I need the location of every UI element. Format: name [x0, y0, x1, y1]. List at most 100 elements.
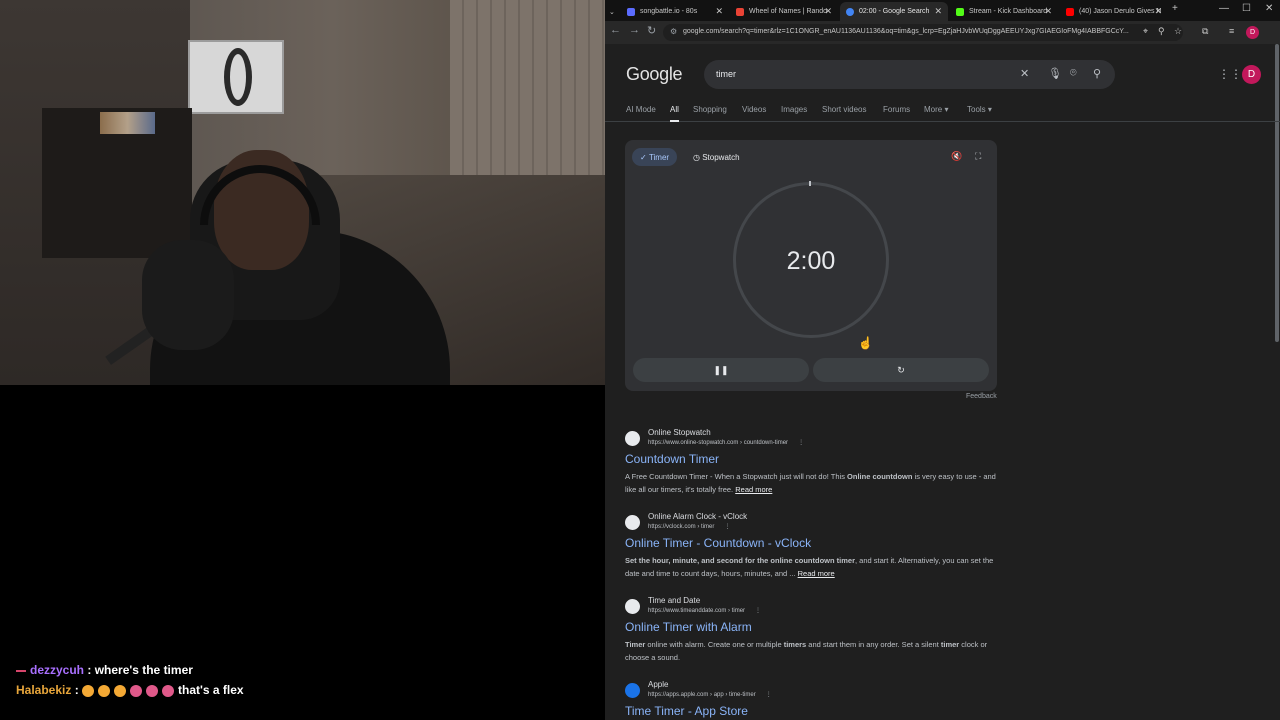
read-more-link[interactable]: Read more — [735, 485, 772, 494]
close-icon[interactable]: ✕ — [715, 6, 723, 17]
extensions-icon[interactable]: ⧉ — [1202, 26, 1208, 37]
tab-short-videos[interactable]: Short videos — [822, 105, 866, 114]
result-site[interactable]: Online Alarm Clock - vClock — [648, 512, 747, 521]
result-site[interactable]: Time and Date — [648, 596, 700, 605]
voice-search-icon[interactable]: 🎙 — [1048, 67, 1062, 80]
tab-all[interactable]: All — [670, 105, 679, 122]
tab-favicon-icon — [736, 7, 744, 16]
result-snippet: A Free Countdown Timer - When a Stopwatc… — [625, 472, 996, 494]
new-tab-icon[interactable]: + — [1172, 3, 1178, 14]
reset-button[interactable]: ↻ — [813, 358, 989, 382]
window-close-icon[interactable]: ✕ — [1265, 3, 1273, 14]
poster-graphic — [224, 48, 252, 106]
page-scrollbar[interactable] — [1275, 44, 1279, 342]
fullscreen-icon[interactable]: ⛶ — [975, 151, 981, 162]
result-snippet: Timer online with alarm. Create one or m… — [625, 640, 988, 662]
stopwatch-mode-label: Stopwatch — [702, 152, 740, 162]
address-bar[interactable]: ⚙ google.com/search?q=timer&rlz=1C1ONGR_… — [663, 24, 1183, 41]
result-url[interactable]: https://apps.apple.com › app › time-time… — [648, 691, 772, 698]
google-logo[interactable]: Google — [626, 64, 683, 85]
back-icon[interactable]: ← — [610, 24, 621, 36]
minimize-icon[interactable]: — — [1219, 3, 1229, 14]
webcam-shelf-items — [100, 112, 155, 134]
tab-wheel-of-names[interactable]: Wheel of Names | Rando ✕ — [730, 2, 838, 21]
microphone — [142, 240, 234, 350]
tab-title: 02:00 - Google Search — [859, 8, 930, 15]
url-text: google.com/search?q=timer&rlz=1C1ONGR_en… — [683, 28, 1129, 35]
tab-google-search[interactable]: 02:00 - Google Search ✕ — [840, 2, 948, 21]
feedback-link[interactable]: Feedback — [966, 393, 997, 400]
result-url[interactable]: https://www.online-stopwatch.com › count… — [648, 439, 804, 446]
read-more-link[interactable]: Read more — [798, 569, 835, 578]
webcam-feed — [0, 0, 605, 385]
result-snippet: Set the hour, minute, and second for the… — [625, 556, 994, 578]
timer-ring-marker — [809, 181, 811, 186]
close-icon[interactable]: ✕ — [824, 6, 832, 17]
tab-title: Wheel of Names | Rando — [749, 8, 828, 15]
tab-videos[interactable]: Videos — [742, 105, 766, 114]
check-icon: ✓ — [640, 152, 649, 162]
chat-username: dezzycuh — [30, 663, 85, 677]
mute-icon[interactable]: 🔇 — [951, 151, 962, 162]
lens-icon[interactable]: ⌾ — [1070, 67, 1077, 80]
zoom-icon[interactable]: ⚲ — [1158, 26, 1165, 37]
tab-songbattle[interactable]: songbattle.io - 80s ✕ — [621, 2, 729, 21]
tab-kick-dashboard[interactable]: Stream - Kick Dashboard ✕ — [950, 2, 1058, 21]
location-icon[interactable]: ⌖ — [1143, 26, 1148, 37]
browser-window: ⌄ songbattle.io - 80s ✕ Wheel of Names | … — [605, 0, 1280, 720]
tab-favicon-icon — [956, 7, 964, 16]
result-title[interactable]: Online Timer with Alarm — [625, 620, 752, 634]
browser-profile-icon[interactable]: D — [1246, 26, 1259, 39]
more-options-icon[interactable]: ⋮ — [798, 440, 804, 446]
tab-forums[interactable]: Forums — [883, 105, 910, 114]
pause-button[interactable]: ❚❚ — [633, 358, 809, 382]
result-favicon-icon — [625, 431, 640, 446]
timer-mode-label: Timer — [648, 152, 670, 162]
search-tabs: AI Mode All Shopping Videos Images Short… — [605, 102, 1280, 122]
bookmark-star-icon[interactable]: ☆ — [1174, 26, 1182, 37]
timer-display[interactable]: 2:00 — [733, 247, 889, 276]
tab-tools[interactable]: Tools ▾ — [967, 105, 992, 114]
search-input[interactable]: timer — [716, 69, 736, 79]
result-site[interactable]: Apple — [648, 680, 668, 689]
result-title[interactable]: Countdown Timer — [625, 452, 719, 466]
result-favicon-icon — [625, 515, 640, 530]
tab-search-icon[interactable]: ⌄ — [607, 2, 617, 21]
result-url[interactable]: https://www.timeanddate.com › timer ⋮ — [648, 607, 761, 614]
media-icon[interactable]: ≡ — [1229, 26, 1234, 36]
tab-ai-mode[interactable]: AI Mode — [626, 105, 656, 114]
result-url[interactable]: https://vclock.com › timer ⋮ — [648, 523, 730, 530]
close-icon[interactable]: ✕ — [1154, 6, 1162, 17]
tab-images[interactable]: Images — [781, 105, 807, 114]
search-box[interactable]: timer ✕ 🎙 ⌾ ⚲ — [704, 60, 1115, 89]
avatar[interactable]: D — [1242, 65, 1261, 84]
more-options-icon[interactable]: ⋮ — [724, 524, 730, 530]
search-icon[interactable]: ⚲ — [1093, 67, 1101, 80]
app-store-icon — [625, 683, 640, 698]
tab-more[interactable]: More ▾ — [924, 105, 948, 114]
close-icon[interactable]: ✕ — [934, 6, 942, 17]
stopwatch-mode-button[interactable]: ◷ Stopwatch — [685, 148, 748, 166]
chat-message: dezzycuh : where's the timer — [16, 663, 193, 677]
result-site[interactable]: Online Stopwatch — [648, 428, 711, 437]
emote-icon — [146, 684, 159, 697]
search-result: Apple https://apps.apple.com › app › tim… — [625, 680, 1005, 720]
maximize-icon[interactable]: ☐ — [1242, 3, 1251, 14]
timer-mode-button[interactable]: ✓ Timer — [632, 148, 678, 166]
tab-shopping[interactable]: Shopping — [693, 105, 727, 114]
more-options-icon[interactable]: ⋮ — [755, 608, 761, 614]
result-title[interactable]: Online Timer - Countdown - vClock — [625, 536, 811, 550]
site-info-icon[interactable]: ⚙ — [670, 27, 677, 36]
search-result: Time and Date https://www.timeanddate.co… — [625, 596, 1005, 666]
reload-icon[interactable]: ↻ — [647, 24, 656, 37]
tab-youtube[interactable]: (40) Jason Derulo Gives N ✕ — [1060, 2, 1168, 21]
more-options-icon[interactable]: ⋮ — [766, 692, 772, 698]
result-title[interactable]: Time Timer - App Store — [625, 704, 748, 718]
tab-favicon-icon — [846, 7, 854, 16]
clear-icon[interactable]: ✕ — [1020, 67, 1029, 80]
close-icon[interactable]: ✕ — [1044, 6, 1052, 17]
emote-icon — [162, 684, 175, 697]
forward-icon[interactable]: → — [629, 24, 640, 36]
tab-favicon-icon — [627, 7, 635, 16]
laughing-emoji-icon — [114, 684, 127, 697]
